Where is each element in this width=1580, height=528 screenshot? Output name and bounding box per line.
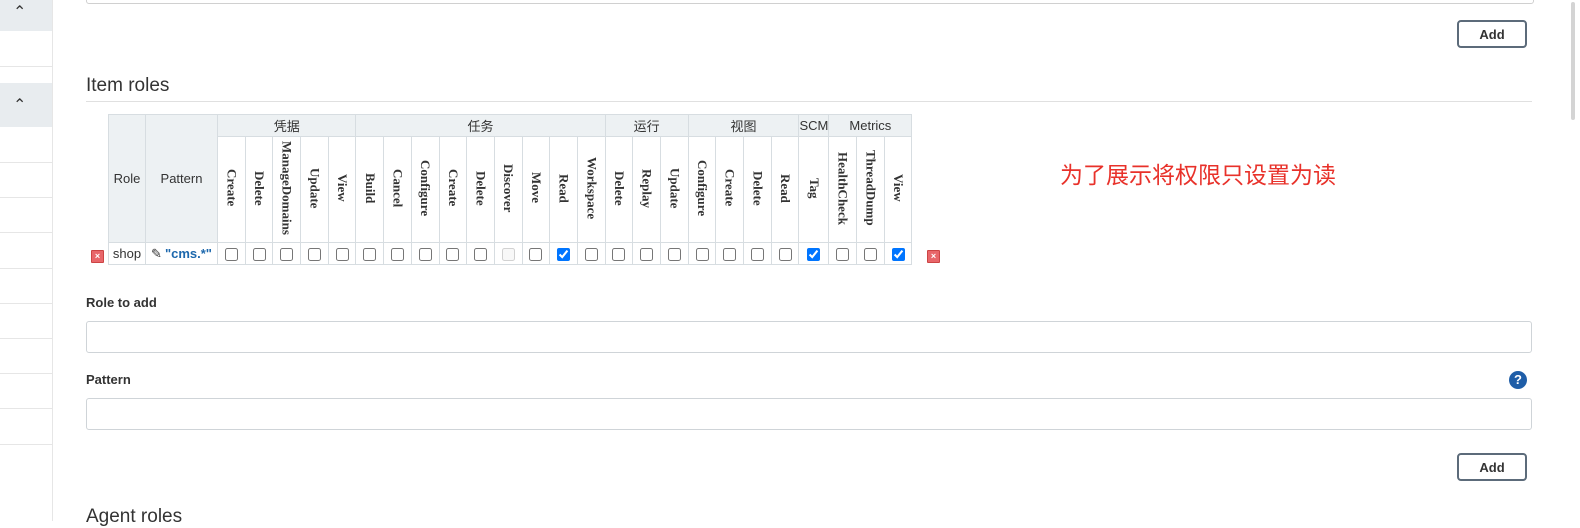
permission-checkbox[interactable] [474, 248, 488, 262]
pattern-cell[interactable]: ✎ "cms.*" [145, 242, 218, 265]
delete-row-icon[interactable]: × [91, 250, 104, 263]
group-header: 任务 [355, 114, 606, 137]
permission-header: Create [715, 136, 745, 243]
permission-checkbox[interactable] [807, 248, 821, 262]
sidebar-divider [0, 408, 52, 409]
permission-header: Discover [493, 136, 523, 243]
group-header: Metrics [828, 114, 913, 137]
permission-checkbox[interactable] [667, 248, 681, 262]
chevron-up-icon[interactable]: ⌃ [13, 95, 26, 115]
pattern-input[interactable] [86, 398, 1532, 430]
sidebar-section-header[interactable]: ⌃ [0, 0, 52, 31]
permission-header: View [327, 136, 357, 243]
sidebar-section-header[interactable]: ⌃ [0, 83, 52, 127]
permission-header: HealthCheck [828, 136, 858, 243]
permission-header: Read [549, 136, 578, 243]
permission-checkbox[interactable] [280, 248, 294, 262]
permission-header: Configure [410, 136, 440, 243]
sidebar-divider [0, 162, 52, 163]
pencil-icon[interactable]: ✎ [151, 246, 162, 262]
permission-header: Read [770, 136, 800, 243]
permission-header: Build [355, 136, 385, 243]
chevron-up-icon[interactable]: ⌃ [13, 2, 26, 22]
sidebar-divider [0, 373, 52, 374]
permission-header: Delete [466, 136, 495, 243]
permission-checkbox[interactable] [501, 248, 515, 262]
annotation-text: 为了展示将权限只设置为读 [1060, 162, 1336, 188]
permission-header: ThreadDump [856, 136, 885, 243]
permission-header: Tag [798, 136, 830, 243]
section-divider [86, 101, 1532, 102]
permission-checkbox[interactable] [418, 248, 432, 262]
role-to-add-label: Role to add [86, 295, 157, 310]
sidebar-divider [0, 303, 52, 304]
scrollbar[interactable] [1566, 0, 1580, 521]
permission-checkbox[interactable] [695, 248, 709, 262]
item-roles-table: Role Pattern 凭据 任务 运行 视图 SCM Metrics Cre… [108, 114, 913, 265]
permission-checkbox[interactable] [891, 248, 905, 262]
permission-checkbox[interactable] [640, 248, 654, 262]
permission-checkbox[interactable] [224, 248, 238, 262]
sidebar-divider [0, 444, 52, 445]
sidebar-divider [0, 197, 52, 198]
permission-header: ManageDomains [272, 136, 302, 243]
group-header: 视图 [687, 114, 800, 137]
sidebar-divider [0, 268, 52, 269]
scrollbar-thumb[interactable] [1571, 2, 1575, 120]
permission-header: Delete [604, 136, 634, 243]
pattern-column-header: Pattern [145, 114, 218, 243]
sidebar-divider [0, 338, 52, 339]
permission-header: Create [217, 136, 246, 243]
permission-checkbox[interactable] [863, 248, 877, 262]
permission-checkbox[interactable] [335, 248, 349, 262]
permission-checkbox[interactable] [252, 248, 266, 262]
permission-header: View [883, 136, 913, 243]
permission-header: Update [300, 136, 329, 243]
permission-checkbox[interactable] [584, 248, 598, 262]
permission-checkbox[interactable] [446, 248, 460, 262]
delete-row-icon[interactable]: × [927, 250, 940, 263]
group-header: 凭据 [216, 114, 357, 137]
permission-checkbox[interactable] [836, 248, 850, 262]
sidebar-divider [0, 66, 52, 67]
group-header: SCM [798, 114, 830, 137]
pattern-label: Pattern [86, 372, 131, 387]
previous-pattern-input[interactable] [86, 0, 1534, 4]
permission-checkbox[interactable] [612, 248, 626, 262]
permission-checkbox[interactable] [363, 248, 377, 262]
permission-checkbox[interactable] [723, 248, 737, 262]
permission-header: Replay [632, 136, 661, 243]
help-icon[interactable]: ? [1509, 371, 1527, 389]
agent-roles-title: Agent roles [86, 506, 183, 527]
permission-header: Update [660, 136, 689, 243]
permission-header: Delete [743, 136, 772, 243]
permission-checkbox[interactable] [529, 248, 543, 262]
permission-header: Cancel [383, 136, 412, 243]
role-to-add-input[interactable] [86, 321, 1532, 353]
permission-header: Delete [244, 136, 274, 243]
role-name: shop [108, 242, 146, 265]
left-sidebar: ⌃ ⌃ [0, 0, 53, 521]
permission-checkbox[interactable] [390, 248, 404, 262]
permission-checkbox[interactable] [307, 248, 321, 262]
sidebar-divider [0, 232, 52, 233]
add-item-role-button[interactable]: Add [1457, 453, 1527, 481]
permission-checkbox[interactable] [557, 248, 571, 262]
permission-header: Create [438, 136, 468, 243]
add-global-role-button[interactable]: Add [1457, 20, 1527, 48]
group-header: 运行 [604, 114, 689, 137]
permission-checkbox[interactable] [750, 248, 764, 262]
role-row: shop ✎ "cms.*" [108, 242, 913, 265]
item-roles-title: Item roles [86, 75, 170, 96]
role-column-header: Role [108, 114, 146, 243]
pattern-value[interactable]: "cms.*" [165, 246, 212, 261]
permission-checkbox[interactable] [778, 248, 792, 262]
permission-header: Workspace [576, 136, 606, 243]
permission-header: Move [521, 136, 551, 243]
permission-header: Configure [687, 136, 717, 243]
